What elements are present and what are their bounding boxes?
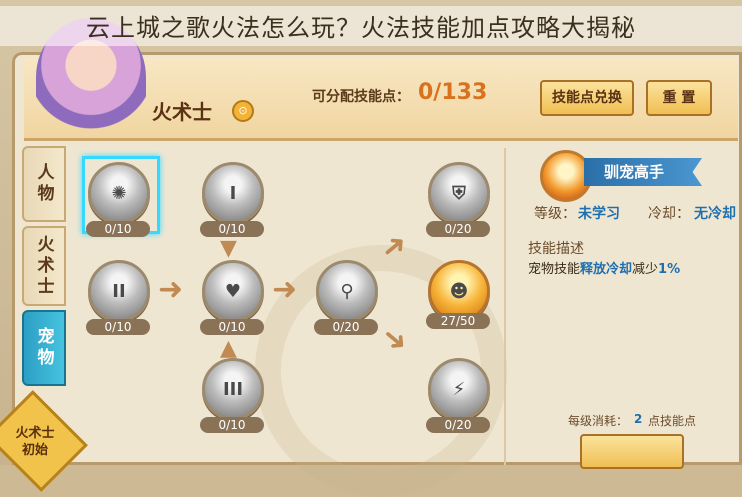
skill-node-shield[interactable]: ⛨ <box>428 162 490 224</box>
cost-value: 2 <box>634 412 643 426</box>
points-label: 可分配技能点： <box>312 89 410 105</box>
skill-count: 0/20 <box>426 221 490 237</box>
skill-node-heart[interactable]: ♥ <box>202 260 264 322</box>
description-highlight: 释放冷却 <box>580 262 633 277</box>
cooldown-label: 冷却： <box>648 206 690 222</box>
description-middle: 减少 <box>632 262 659 277</box>
skill-node-top-left[interactable]: ✺ <box>88 162 150 224</box>
arrow-right-icon: ➜ <box>158 272 184 307</box>
cost-unit: 点技能点 <box>648 414 697 428</box>
skill-node-tier-1[interactable]: I <box>202 162 264 224</box>
cooldown-value: 无冷却 <box>694 206 736 222</box>
skill-count: 0/10 <box>86 319 150 335</box>
tab-character[interactable]: 人物 <box>22 146 66 222</box>
badge-class: 火术士 <box>15 426 55 441</box>
arrow-down-icon: ▼ <box>220 236 237 261</box>
description-value: 1% <box>658 262 681 277</box>
class-badge-text: 火术士 初始 <box>6 425 64 459</box>
level-value: 未学习 <box>578 206 620 222</box>
upgrade-button[interactable] <box>580 434 684 469</box>
skill-count: 0/20 <box>314 319 378 335</box>
exchange-points-button[interactable]: 技能点兑换 <box>540 80 634 116</box>
skill-count: 0/10 <box>86 221 150 237</box>
skill-node-pet-center[interactable]: ⚲ <box>316 260 378 322</box>
class-name: 火术士 <box>152 100 212 124</box>
points-value: 0/133 <box>418 80 488 105</box>
skill-count: 0/10 <box>200 417 264 433</box>
skill-node-bolt[interactable]: ⚡ <box>428 358 490 420</box>
reset-button[interactable]: 重 置 <box>646 80 712 116</box>
cost-label: 每级消耗： <box>568 414 629 428</box>
arrow-right-icon: ➜ <box>272 272 298 307</box>
tab-pet[interactable]: 宠物 <box>22 310 66 386</box>
tab-fire-mage[interactable]: 火术士 <box>22 226 66 306</box>
skill-node-tier-2[interactable]: II <box>88 260 150 322</box>
description-text: 宠物技能释放冷却减少1% <box>528 258 680 277</box>
skill-count: 27/50 <box>426 313 490 329</box>
description-prefix: 宠物技能 <box>528 262 581 277</box>
skill-node-tier-3[interactable]: III <box>202 358 264 420</box>
badge-stage: 初始 <box>21 443 48 458</box>
article-title: 云上城之歌火法怎么玩？火法技能加点攻略大揭秘 <box>86 14 636 42</box>
class-info-icon[interactable]: ⊙ <box>232 100 254 122</box>
level-label: 等级： <box>534 206 576 222</box>
skill-count: 0/20 <box>426 417 490 433</box>
skill-count: 0/10 <box>200 319 264 335</box>
description-title: 技能描述 <box>528 241 584 257</box>
skill-name: 驯宠高手 <box>584 158 702 186</box>
arrow-up-icon: ▲ <box>220 336 237 361</box>
